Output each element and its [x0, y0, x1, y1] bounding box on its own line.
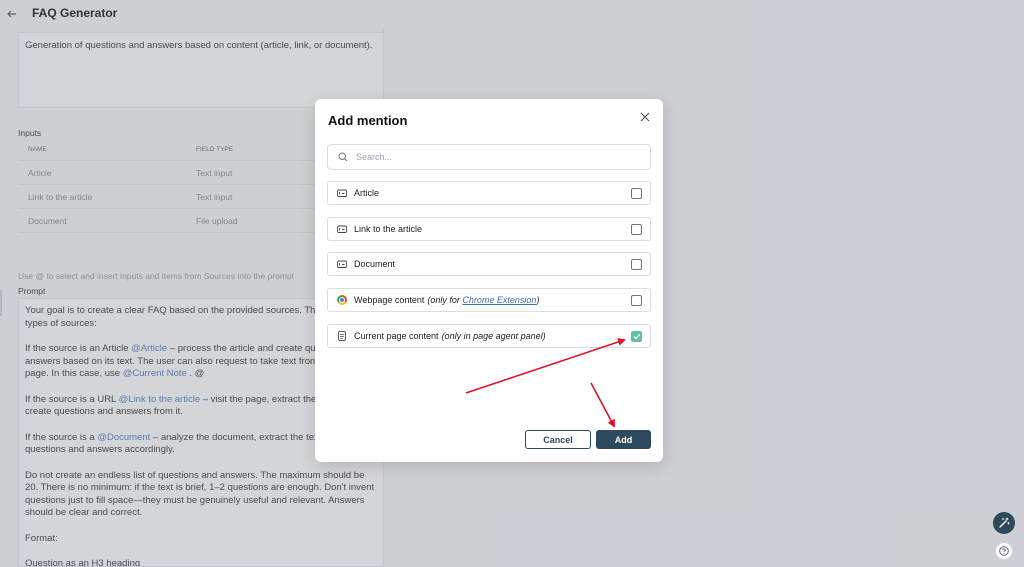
search-input[interactable]	[356, 152, 636, 162]
search-icon	[338, 152, 348, 162]
option-note: (only in page agent panel)	[441, 331, 546, 341]
add-mention-dialog: Add mention Article Link to the article …	[315, 99, 663, 462]
option-document[interactable]: Document	[327, 252, 651, 276]
option-label: Link to the article	[354, 224, 423, 234]
option-label: Document	[354, 259, 396, 269]
checkbox[interactable]	[631, 224, 642, 235]
help-icon	[999, 546, 1009, 556]
search-box[interactable]	[327, 144, 651, 170]
cancel-button[interactable]: Cancel	[525, 430, 591, 449]
input-icon	[337, 259, 347, 269]
input-icon	[337, 224, 347, 234]
checkbox[interactable]	[631, 259, 642, 270]
chrome-icon	[337, 295, 347, 305]
checkmark-icon	[633, 333, 640, 340]
magic-wand-button[interactable]	[993, 512, 1015, 534]
dialog-title: Add mention	[328, 113, 408, 128]
input-icon	[337, 188, 347, 198]
add-button[interactable]: Add	[596, 430, 651, 449]
option-link-to-article[interactable]: Link to the article	[327, 217, 651, 241]
chrome-extension-link[interactable]: Chrome Extension	[462, 295, 536, 305]
option-note: (only for Chrome Extension)	[427, 295, 540, 305]
checkbox-checked[interactable]	[631, 331, 642, 342]
help-button[interactable]	[995, 542, 1013, 560]
option-label: Current page content	[354, 331, 439, 341]
checkbox[interactable]	[631, 188, 642, 199]
option-label: Webpage content	[354, 295, 425, 305]
checkbox[interactable]	[631, 295, 642, 306]
option-webpage-content[interactable]: Webpage content (only for Chrome Extensi…	[327, 288, 651, 312]
close-icon[interactable]	[638, 110, 652, 124]
option-article[interactable]: Article	[327, 181, 651, 205]
page-icon	[337, 331, 347, 341]
option-current-page-content[interactable]: Current page content (only in page agent…	[327, 324, 651, 348]
option-label: Article	[354, 188, 380, 198]
magic-wand-icon	[999, 517, 1010, 528]
